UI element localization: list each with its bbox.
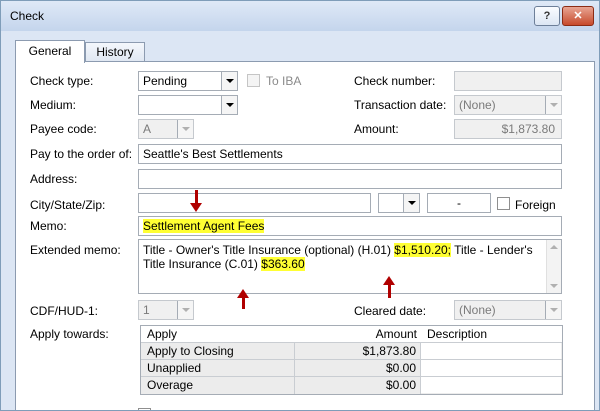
check-number-field[interactable] — [454, 71, 562, 91]
pay-to-label: Pay to the order of: — [30, 147, 133, 161]
cdf-hud-select[interactable]: 1 — [138, 300, 194, 320]
general-panel: Check type: Pending To IBA Check number:… — [15, 61, 595, 410]
apply-towards-label: Apply towards: — [30, 327, 109, 341]
extended-memo-highlight-1: $1,510.20; — [394, 243, 451, 257]
apply-cell: Overage — [147, 378, 194, 392]
medium-label: Medium: — [30, 98, 77, 112]
medium-dropdown-icon[interactable] — [221, 96, 237, 114]
amount-label: Amount: — [354, 122, 399, 136]
pay-to-field[interactable]: Seattle's Best Settlements — [138, 144, 562, 164]
close-button[interactable]: ✕ — [562, 6, 594, 26]
address-label: Address: — [30, 172, 78, 186]
check-type-select[interactable]: Pending — [138, 71, 238, 91]
check-number-label: Check number: — [354, 74, 436, 88]
transaction-date-value: (None) — [459, 98, 496, 112]
column-header-amount[interactable]: Amount — [294, 326, 421, 343]
transaction-date-label: Transaction date: — [354, 98, 447, 112]
table-header: Apply Amount Description — [141, 326, 562, 343]
amount-cell: $1,873.80 — [294, 343, 421, 360]
medium-select[interactable] — [138, 95, 238, 115]
help-button[interactable]: ? — [534, 6, 560, 26]
cleared-date-select[interactable]: (None) — [454, 300, 562, 320]
memo-label: Memo: — [30, 219, 67, 233]
state-select[interactable] — [378, 193, 420, 213]
payee-code-dropdown-icon[interactable] — [177, 120, 193, 138]
check-type-dropdown-icon[interactable] — [221, 72, 237, 90]
transaction-date-select[interactable]: (None) — [454, 95, 562, 115]
table-row[interactable]: Overage $0.00 — [141, 377, 562, 394]
state-dropdown-icon[interactable] — [403, 194, 419, 212]
column-header-apply[interactable]: Apply — [141, 326, 294, 343]
foreign-label: Foreign — [515, 198, 556, 212]
apply-cell: Apply to Closing — [147, 344, 234, 358]
apply-cell: Unapplied — [147, 361, 202, 375]
table-row[interactable]: Apply to Closing $1,873.80 — [141, 343, 562, 360]
extended-memo-text-1: Title - Owner's Title Insurance (optiona… — [143, 243, 395, 257]
city-field[interactable] — [138, 193, 371, 213]
extended-memo-scrollbar[interactable] — [546, 240, 561, 293]
amount-cell: $0.00 — [294, 377, 421, 394]
payee-code-select[interactable]: A — [138, 119, 194, 139]
cleared-date-value: (None) — [459, 303, 496, 317]
check-type-value: Pending — [143, 74, 188, 88]
amount-cell: $0.00 — [294, 360, 421, 377]
payee-code-value: A — [143, 122, 152, 136]
check-dialog: Check ? ✕ General History Check type: Pe… — [0, 0, 600, 411]
payee-code-label: Payee code: — [30, 122, 97, 136]
cdf-hud-dropdown-icon[interactable] — [177, 301, 193, 319]
description-cell[interactable] — [421, 360, 561, 376]
check-type-label: Check type: — [30, 74, 94, 88]
cleared-date-dropdown-icon[interactable] — [545, 301, 561, 319]
description-cell[interactable] — [421, 343, 561, 359]
memo-field[interactable]: Settlement Agent Fees — [138, 216, 562, 236]
extended-memo-highlight-2: $363.60 — [261, 257, 305, 271]
table-row[interactable]: Unapplied $0.00 — [141, 360, 562, 377]
description-cell[interactable] — [421, 377, 561, 393]
to-iba-label: To IBA — [266, 74, 302, 88]
dialog-title: Check — [10, 9, 45, 23]
tab-history[interactable]: History — [85, 42, 145, 62]
apply-towards-table: Apply Amount Description Apply to Closin… — [140, 325, 563, 395]
title-bar[interactable]: Check ? ✕ — [1, 1, 599, 31]
amount-field[interactable]: $1,873.80 — [454, 119, 562, 139]
transaction-date-dropdown-icon[interactable] — [545, 96, 561, 114]
memo-value: Settlement Agent Fees — [143, 219, 265, 233]
tab-general[interactable]: General — [15, 40, 85, 63]
scroll-down-icon[interactable] — [550, 284, 558, 288]
zip-field[interactable]: - — [427, 193, 491, 213]
cleared-date-label: Cleared date: — [354, 304, 427, 318]
extended-memo-field[interactable]: Title - Owner's Title Insurance (optiona… — [138, 239, 562, 294]
extended-memo-label: Extended memo: — [30, 243, 121, 257]
cdf-hud-value: 1 — [143, 303, 150, 317]
city-state-zip-label: City/State/Zip: — [30, 198, 106, 212]
column-header-description[interactable]: Description — [421, 326, 561, 343]
to-iba-checkbox[interactable] — [247, 74, 260, 87]
foreign-checkbox[interactable] — [497, 197, 510, 210]
cdf-hud-label: CDF/HUD-1: — [30, 304, 98, 318]
address-field[interactable] — [138, 169, 562, 189]
scroll-up-icon[interactable] — [550, 245, 558, 249]
